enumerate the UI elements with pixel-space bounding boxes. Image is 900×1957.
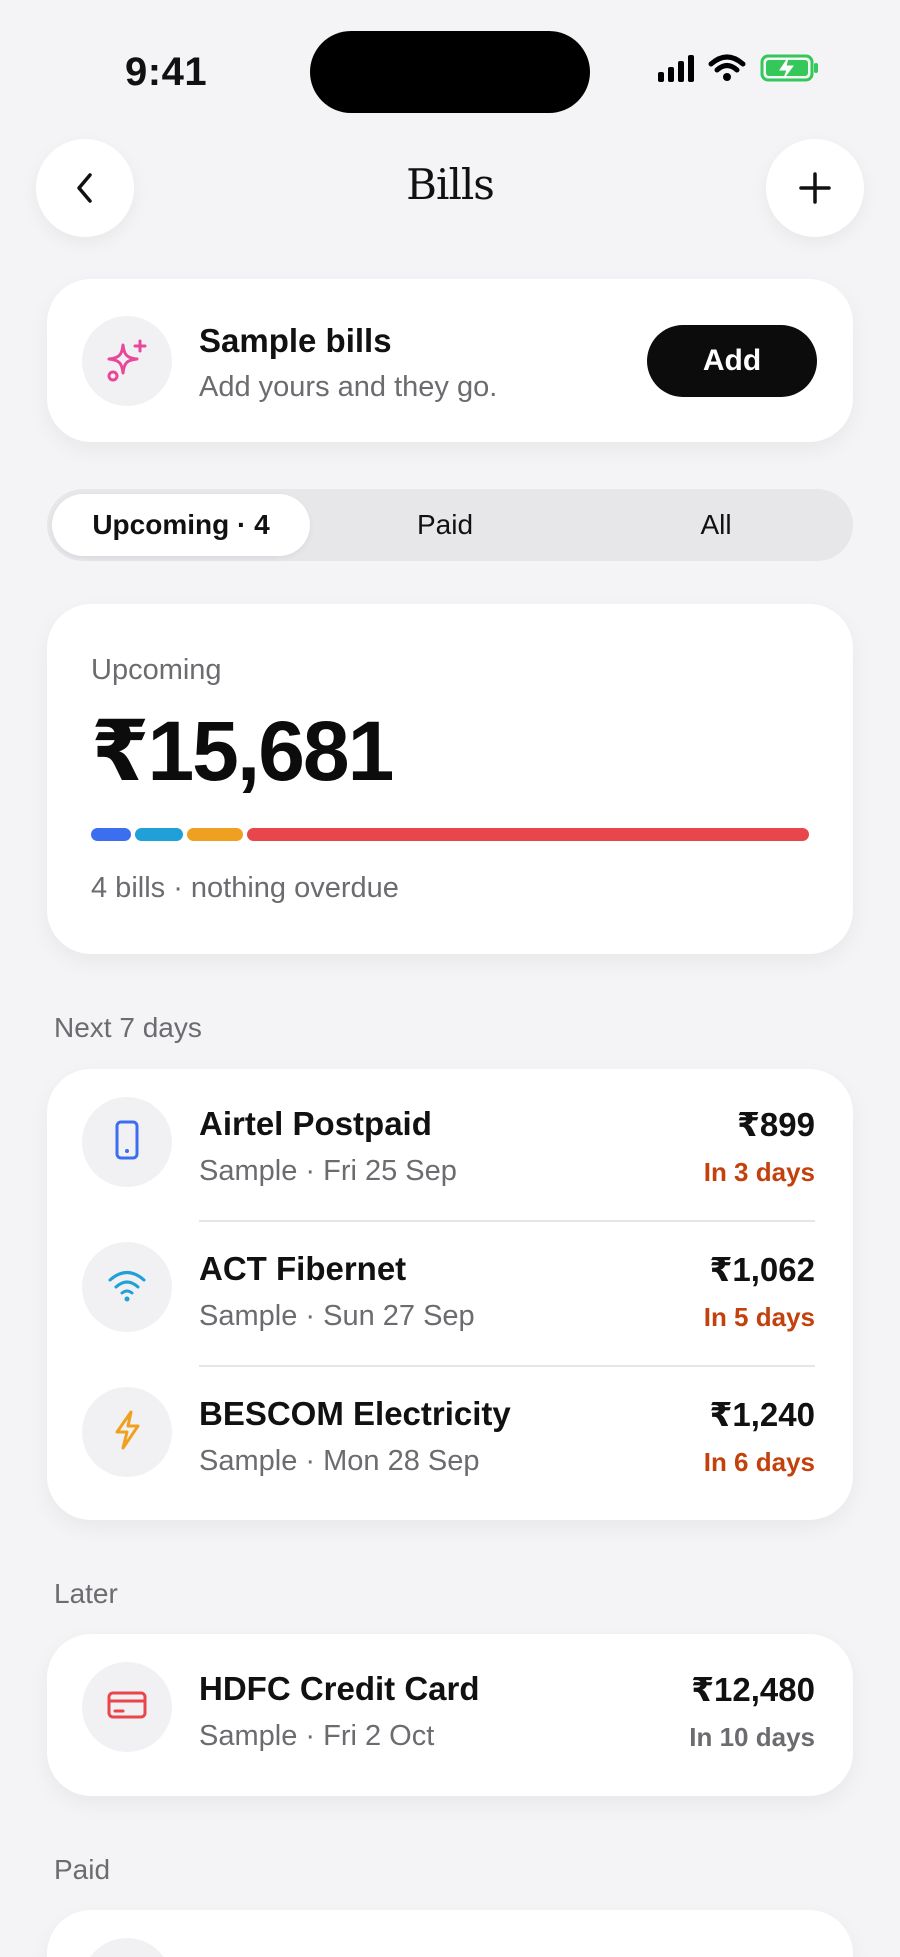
paid-bill-icon-circle <box>82 1938 172 1957</box>
bill-row-hdfc-credit-card[interactable]: HDFC Credit Card Sample · Fri 2 Oct ₹12,… <box>47 1634 853 1779</box>
tab-all[interactable]: All <box>582 494 850 556</box>
bill-due: In 5 days <box>703 1302 815 1332</box>
sample-bills-card: Sample bills Add yours and they go. Add <box>47 279 853 442</box>
bill-icon-circle <box>82 1097 172 1187</box>
sample-bills-subtitle: Add yours and they go. <box>199 371 498 403</box>
add-bill-button[interactable] <box>766 139 864 237</box>
section-paid: Paid <box>54 1854 111 1885</box>
summary-amount: ₹15,681 <box>91 704 394 798</box>
bill-due: In 3 days <box>703 1157 815 1187</box>
wifi-status-icon <box>708 54 746 81</box>
bolt-icon <box>107 1408 147 1457</box>
summary-label: Upcoming <box>91 654 222 686</box>
bill-amount: ₹899 <box>736 1106 815 1143</box>
bill-amount: ₹1,240 <box>709 1396 815 1433</box>
page-title: Bills <box>406 160 495 209</box>
bill-due: In 6 days <box>703 1447 815 1477</box>
bill-subtitle: Sample · Fri 2 Oct <box>199 1720 435 1752</box>
sparkle-icon <box>107 339 147 382</box>
next-7-days-list: Airtel Postpaid Sample · Fri 25 Sep ₹899… <box>47 1069 853 1520</box>
bill-breakdown-bar <box>91 828 809 841</box>
bill-name: HDFC Credit Card <box>199 1670 480 1707</box>
tab-upcoming[interactable]: Upcoming · 4 <box>52 494 310 556</box>
status-bar: 9:41 <box>0 0 900 113</box>
section-next-7-days: Next 7 days <box>54 1012 202 1043</box>
bill-name: Airtel Postpaid <box>199 1105 432 1142</box>
phone-icon <box>107 1118 147 1167</box>
bill-name: ACT Fibernet <box>199 1250 407 1287</box>
add-bills-button[interactable]: Add <box>647 325 817 397</box>
bill-icon-circle <box>82 1387 172 1477</box>
sample-bills-title: Sample bills <box>199 322 392 359</box>
cellular-signal-icon <box>658 54 694 82</box>
wifi-icon <box>105 1265 149 1310</box>
upcoming-summary-card: Upcoming ₹15,681 4 bills · nothing overd… <box>47 604 853 954</box>
section-later: Later <box>54 1578 118 1609</box>
bill-amount: ₹1,062 <box>709 1251 815 1288</box>
dynamic-island <box>310 31 590 113</box>
breakdown-segment <box>135 828 183 841</box>
bill-icon-circle <box>82 1662 172 1752</box>
bill-name: BESCOM Electricity <box>199 1395 511 1432</box>
bill-amount: ₹12,480 <box>691 1671 815 1708</box>
bill-row-bescom-electricity[interactable]: BESCOM Electricity Sample · Mon 28 Sep ₹… <box>47 1359 853 1504</box>
bill-subtitle: Sample · Fri 25 Sep <box>199 1155 457 1187</box>
breakdown-segment <box>91 828 131 841</box>
bill-due: In 10 days <box>689 1722 815 1752</box>
bill-filter-tabs: Upcoming · 4 Paid All <box>47 489 853 561</box>
bill-icon-circle <box>82 1242 172 1332</box>
bill-row-act-fibernet[interactable]: ACT Fibernet Sample · Sun 27 Sep ₹1,062 … <box>47 1214 853 1359</box>
battery-charging-icon <box>760 54 818 82</box>
later-list: HDFC Credit Card Sample · Fri 2 Oct ₹12,… <box>47 1634 853 1796</box>
bill-subtitle: Sample · Mon 28 Sep <box>199 1445 480 1477</box>
status-icons <box>658 54 820 82</box>
credit-card-icon <box>105 1685 149 1730</box>
summary-footnote: 4 bills · nothing overdue <box>91 872 399 904</box>
paid-list <box>47 1910 853 1957</box>
breakdown-segment <box>247 828 809 841</box>
breakdown-segment <box>187 828 243 841</box>
sparkle-icon-circle <box>82 316 172 406</box>
bill-row-airtel-postpaid[interactable]: Airtel Postpaid Sample · Fri 25 Sep ₹899… <box>47 1069 853 1214</box>
bill-subtitle: Sample · Sun 27 Sep <box>199 1300 475 1332</box>
status-time: 9:41 <box>125 50 208 94</box>
plus-icon <box>799 172 831 204</box>
tab-paid[interactable]: Paid <box>315 494 575 556</box>
